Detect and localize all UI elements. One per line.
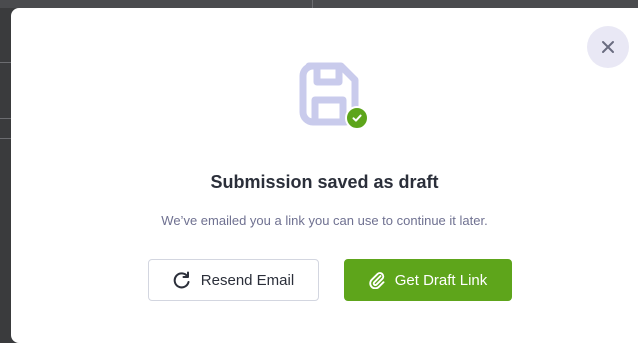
get-draft-link-button[interactable]: Get Draft Link <box>344 259 512 301</box>
backdrop-line <box>312 0 313 8</box>
draft-saved-dialog: Submission saved as draft We’ve emailed … <box>11 8 638 343</box>
backdrop-line <box>0 138 11 139</box>
backdrop-line <box>0 118 11 119</box>
check-icon <box>352 114 362 122</box>
check-badge <box>345 106 369 130</box>
backdrop-line <box>0 62 11 63</box>
get-draft-link-label: Get Draft Link <box>394 271 488 289</box>
resend-email-label: Resend Email <box>200 271 295 289</box>
resend-email-button[interactable]: Resend Email <box>148 259 319 301</box>
close-button[interactable] <box>587 26 629 68</box>
close-icon <box>602 41 614 53</box>
dialog-title: Submission saved as draft <box>210 172 439 192</box>
paperclip-icon <box>369 272 385 289</box>
refresh-icon <box>173 271 190 289</box>
save-status-icon <box>297 62 369 134</box>
backdrop <box>0 0 638 8</box>
dialog-message: We’ve emailed you a link you can use to … <box>161 213 488 228</box>
